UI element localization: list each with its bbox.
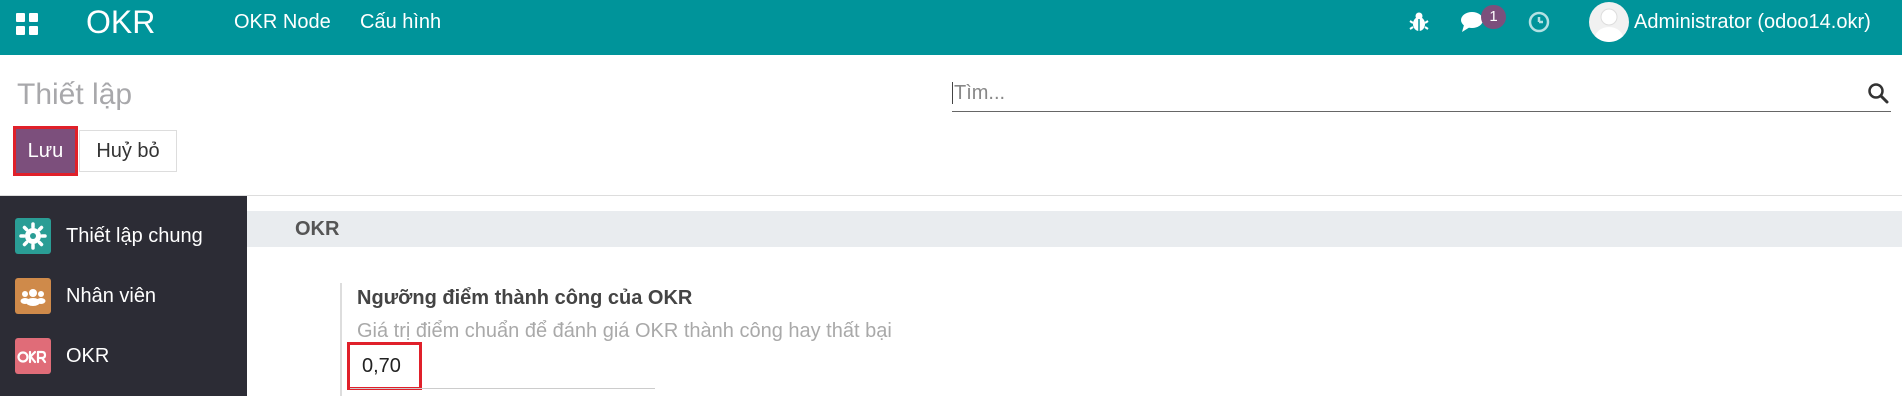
- field-underline: [350, 388, 655, 389]
- success-threshold-input[interactable]: [350, 345, 419, 387]
- messages-badge: 1: [1481, 5, 1506, 29]
- gear-icon: [15, 218, 51, 254]
- section-title: OKR: [295, 218, 340, 240]
- search-input[interactable]: [952, 76, 1852, 110]
- search-bar: [952, 76, 1891, 112]
- okr-logo-icon: [15, 338, 51, 374]
- app-brand[interactable]: OKR: [86, 4, 155, 40]
- user-menu-name[interactable]: Administrator (odoo14.okr): [1634, 10, 1871, 34]
- settings-sidebar: Thiết lập chung Nhân viên OKR: [0, 196, 247, 396]
- sidebar-item-label: Thiết lập chung: [66, 225, 203, 247]
- cancel-button[interactable]: Huỷ bỏ: [79, 130, 177, 172]
- sidebar-item-label: Nhân viên: [66, 285, 157, 307]
- save-button[interactable]: Lưu: [16, 129, 75, 173]
- users-icon: [15, 278, 51, 314]
- top-navbar: OKR OKR Node Cấu hình 1 Administrator (o…: [0, 0, 1902, 55]
- menu-configuration[interactable]: Cấu hình: [360, 10, 441, 34]
- user-avatar[interactable]: [1589, 2, 1629, 42]
- sidebar-item-label: OKR: [66, 345, 110, 367]
- page-title: Thiết lập: [17, 78, 133, 111]
- sidebar-item-employees[interactable]: Nhân viên: [0, 268, 247, 324]
- bug-icon[interactable]: [1408, 11, 1430, 33]
- control-panel-divider: [0, 195, 1902, 196]
- clock-icon[interactable]: [1527, 10, 1551, 34]
- sidebar-item-general-settings[interactable]: Thiết lập chung: [0, 208, 247, 264]
- sidebar-item-okr[interactable]: OKR: [0, 328, 247, 384]
- setting-help-text: Giá trị điểm chuẩn để đánh giá OKR thành…: [357, 320, 892, 342]
- section-header: OKR: [247, 211, 1902, 247]
- setting-left-border: [340, 283, 342, 396]
- search-icon[interactable]: [1867, 81, 1889, 105]
- apps-menu-icon[interactable]: [16, 13, 38, 35]
- setting-label: Ngưỡng điểm thành công của OKR: [357, 287, 693, 309]
- menu-okr-node[interactable]: OKR Node: [234, 10, 331, 34]
